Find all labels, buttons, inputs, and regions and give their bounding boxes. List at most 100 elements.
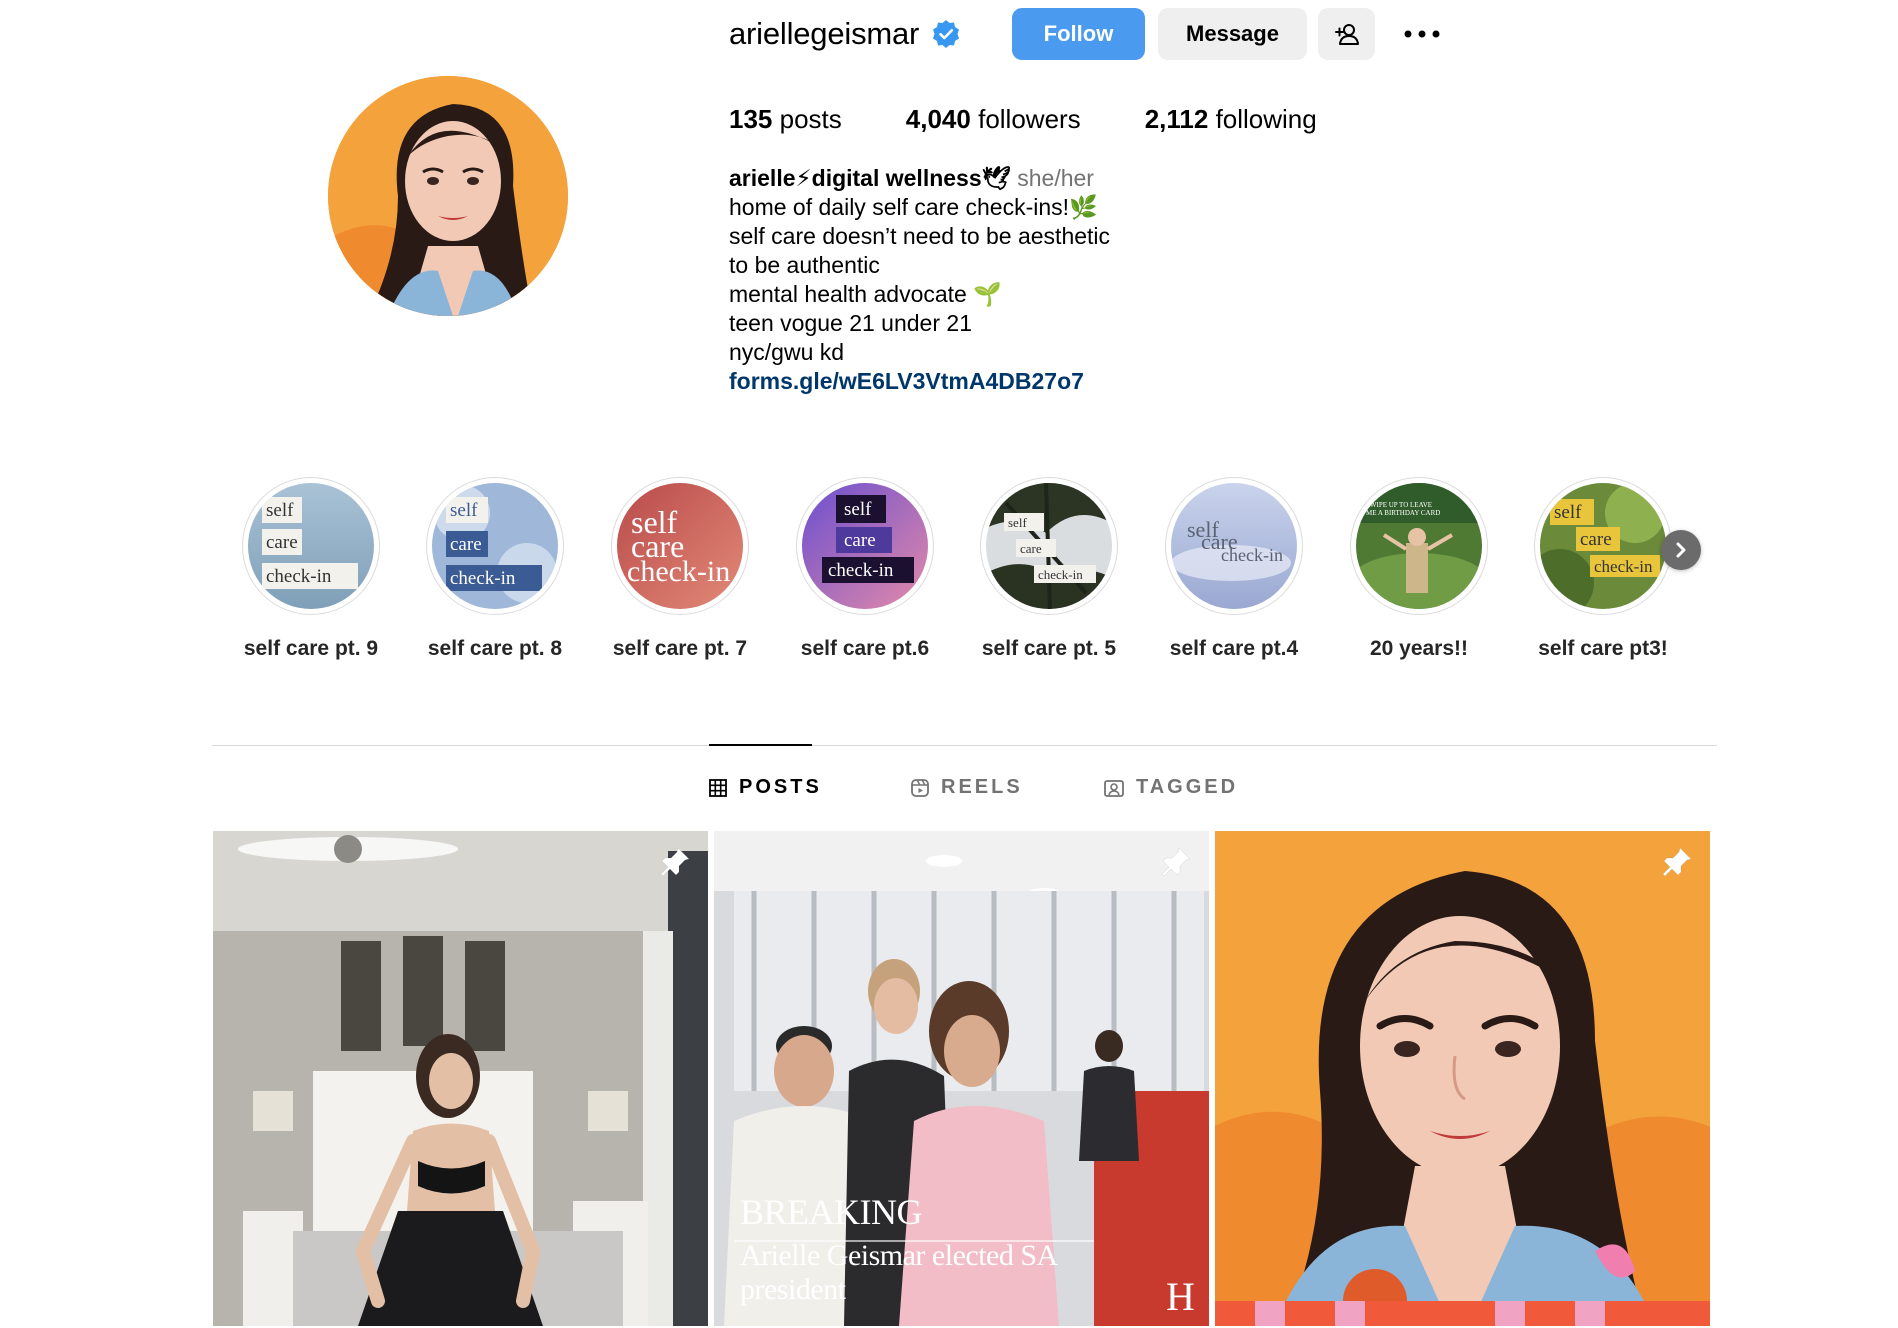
bio-line: home of daily self care check-ins!🌿 bbox=[729, 194, 1098, 220]
highlight-cover-word: care bbox=[450, 534, 482, 555]
highlight-cover-word: care bbox=[1020, 541, 1042, 556]
highlight-cover-word: check-in bbox=[266, 566, 332, 587]
post-overlay-text: Arielle Geismar elected SA president bbox=[740, 1239, 1057, 1306]
tagged-person-icon bbox=[1104, 779, 1124, 797]
highlight-cover: self care check-in bbox=[1171, 483, 1297, 609]
highlight-cover: self care check-in bbox=[1540, 483, 1666, 609]
active-tab-indicator bbox=[709, 744, 812, 746]
more-options-button[interactable] bbox=[1400, 16, 1444, 52]
highlight-label: self care pt. 9 bbox=[243, 637, 379, 660]
highlight-cover: self care check-in bbox=[617, 483, 743, 609]
highlight-ring: SWIPE UP TO LEAVE ME A BIRTHDAY CARD bbox=[1350, 477, 1488, 615]
highlight-cover-word: check-in bbox=[627, 555, 730, 588]
highlight-cover-word: care bbox=[844, 530, 876, 551]
bio-line: nyc/gwu kd bbox=[729, 339, 845, 365]
bio-name-line: arielle⚡digital wellness🕊 she/her bbox=[729, 164, 1209, 193]
highlight-item[interactable]: self care check-in self care pt. 5 bbox=[957, 477, 1141, 661]
post-corner-mark: H bbox=[1166, 1274, 1195, 1319]
tabs-divider bbox=[212, 745, 1717, 746]
post-tile[interactable] bbox=[1215, 831, 1710, 1326]
bio-line: to be authentic bbox=[729, 252, 880, 278]
bio-link[interactable]: forms.gle/wE6LV3VtmA4DB27o7 bbox=[729, 367, 1209, 396]
post-tile[interactable]: BREAKING Arielle Geismar elected SA pres… bbox=[714, 831, 1209, 1326]
highlight-cover-word: self bbox=[266, 500, 294, 521]
pinned-icon bbox=[1662, 847, 1692, 877]
tab-posts-label: POSTS bbox=[739, 776, 822, 798]
highlight-ring: self care check-in bbox=[796, 477, 934, 615]
post-tile[interactable] bbox=[213, 831, 708, 1326]
highlight-cover: SWIPE UP TO LEAVE ME A BIRTHDAY CARD bbox=[1356, 483, 1482, 609]
highlight-cover-word: check-in bbox=[1594, 557, 1653, 576]
following-count-value: 2,112 bbox=[1144, 104, 1209, 134]
highlight-ring: self care check-in bbox=[1165, 477, 1303, 615]
highlight-item[interactable]: self care check-in self care pt. 7 bbox=[588, 477, 772, 661]
highlight-cover-word: check-in bbox=[450, 568, 516, 589]
highlight-label: self care pt. 7 bbox=[612, 637, 748, 660]
bio-line: teen vogue 21 under 21 bbox=[729, 310, 972, 336]
highlight-label: self care pt. 8 bbox=[427, 637, 563, 660]
verified-badge-icon bbox=[931, 19, 961, 49]
suggested-accounts-button[interactable] bbox=[1318, 8, 1375, 60]
tab-posts[interactable]: POSTS bbox=[709, 776, 822, 799]
following-count-label: following bbox=[1215, 104, 1317, 134]
highlight-item[interactable]: self care check-in self care pt3! bbox=[1511, 477, 1695, 661]
highlight-cover: self care check-in bbox=[802, 483, 928, 609]
ellipsis-icon bbox=[1404, 30, 1440, 38]
highlight-cover-word: SWIPE UP TO LEAVE bbox=[1366, 501, 1432, 509]
bio-line: mental health advocate 🌱 bbox=[729, 281, 1002, 307]
highlight-cover-word: self bbox=[1008, 515, 1027, 530]
highlight-ring: self care check-in bbox=[980, 477, 1118, 615]
highlight-cover-word: check-in bbox=[1038, 567, 1083, 582]
highlight-label: self care pt3! bbox=[1538, 637, 1668, 660]
highlight-item[interactable]: self care check-in self care pt. 9 bbox=[219, 477, 403, 661]
highlight-cover: self care check-in bbox=[248, 483, 374, 609]
bio-display-name: arielle⚡digital wellness🕊 bbox=[729, 165, 1011, 191]
profile-avatar[interactable] bbox=[328, 76, 568, 316]
profile-bio: arielle⚡digital wellness🕊 she/her home o… bbox=[729, 164, 1209, 396]
highlight-cover-word: ME A BIRTHDAY CARD bbox=[1366, 509, 1440, 517]
followers-count-value: 4,040 bbox=[905, 104, 971, 134]
posts-count-label: posts bbox=[779, 104, 842, 134]
highlight-cover-word: care bbox=[1580, 529, 1612, 550]
highlight-cover-word: self bbox=[844, 499, 872, 520]
pinned-icon bbox=[1161, 847, 1191, 877]
followers-link[interactable]: 4,040 followers bbox=[906, 104, 1081, 135]
tab-tagged[interactable]: TAGGED bbox=[1104, 776, 1238, 799]
highlight-cover-word: self bbox=[450, 500, 478, 521]
highlight-item[interactable]: self care check-in self care pt.6 bbox=[773, 477, 957, 661]
follow-button[interactable]: Follow bbox=[1012, 8, 1145, 60]
highlight-item[interactable]: self care check-in self care pt.4 bbox=[1142, 477, 1326, 661]
followers-count-label: followers bbox=[978, 104, 1081, 134]
highlight-label: 20 years!! bbox=[1369, 637, 1469, 660]
message-button[interactable]: Message bbox=[1158, 8, 1307, 60]
reels-icon bbox=[911, 778, 929, 797]
highlight-label: self care pt.4 bbox=[1169, 637, 1299, 660]
highlight-cover-word: care bbox=[266, 532, 298, 553]
highlight-item[interactable]: self care check-in self care pt. 8 bbox=[403, 477, 587, 661]
following-link[interactable]: 2,112 following bbox=[1145, 104, 1317, 135]
tab-reels[interactable]: REELS bbox=[911, 776, 1023, 799]
profile-header-row: ariellegeismar bbox=[729, 8, 961, 60]
tab-tagged-label: TAGGED bbox=[1136, 776, 1239, 798]
highlight-ring: self care check-in bbox=[426, 477, 564, 615]
username: ariellegeismar bbox=[729, 16, 920, 51]
post-overlay-title: BREAKING bbox=[740, 1192, 923, 1232]
highlight-label: self care pt.6 bbox=[800, 637, 930, 660]
bio-pronouns: she/her bbox=[1017, 165, 1094, 191]
highlight-ring: self care check-in bbox=[1534, 477, 1672, 615]
chevron-right-icon bbox=[1676, 542, 1686, 558]
highlight-item[interactable]: SWIPE UP TO LEAVE ME A BIRTHDAY CARD 20 … bbox=[1327, 477, 1511, 661]
bio-line: self care doesn’t need to be aesthetic bbox=[729, 223, 1111, 249]
highlight-cover: self care check-in bbox=[986, 483, 1112, 609]
grid-icon bbox=[709, 778, 727, 797]
highlight-ring: self care check-in bbox=[242, 477, 380, 615]
highlight-ring: self care check-in bbox=[611, 477, 749, 615]
highlight-cover-word: self bbox=[1554, 502, 1582, 523]
add-person-icon bbox=[1334, 24, 1359, 45]
pinned-icon bbox=[660, 847, 690, 877]
highlights-next-button[interactable] bbox=[1661, 530, 1701, 570]
highlight-cover-word: check-in bbox=[1221, 545, 1283, 565]
profile-stats: 135 posts 4,040 followers 2,112 followin… bbox=[729, 104, 1381, 135]
post-image bbox=[213, 831, 708, 1326]
highlight-cover: self care check-in bbox=[432, 483, 558, 609]
